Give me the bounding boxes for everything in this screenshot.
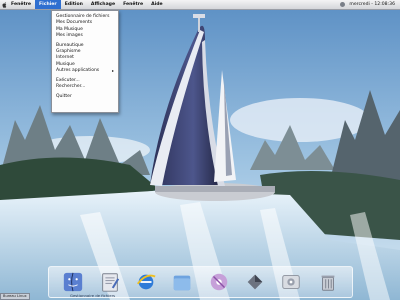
dropdown-menu-item[interactable]: Rechercher... — [52, 84, 118, 90]
internet-explorer-icon — [136, 274, 156, 290]
app-menu[interactable]: Fenêtre — [9, 0, 35, 9]
menu-aide[interactable]: Aide — [147, 0, 167, 9]
dropdown-menu-item-label: Mes images — [56, 32, 83, 38]
dropdown-menu-item-label: Bureautique — [56, 42, 84, 48]
fichier-dropdown-menu: Gestionnaire de fichiers Mes Documents Ma … — [51, 10, 119, 113]
submenu-arrow-icon: ▸ — [111, 67, 114, 73]
dropdown-menu-item-label: Exécuter... — [56, 77, 80, 83]
menubar-clock[interactable]: mercredi - 12:08:36 — [349, 0, 395, 9]
settings-icon — [282, 275, 301, 289]
menu-fenetre[interactable]: Fenêtre — [119, 0, 147, 9]
dropdown-menu-item-label: Ma Musique — [56, 26, 83, 32]
dock-trash[interactable] — [316, 270, 340, 294]
dock-folder[interactable] — [170, 270, 194, 294]
dropdown-menu-item-label: Graphisme — [56, 48, 81, 54]
dock-internet-explorer[interactable] — [134, 270, 158, 294]
system-tool-icon — [247, 274, 263, 290]
dock-finder[interactable] — [61, 270, 85, 294]
dock-system-tool[interactable] — [243, 270, 267, 294]
dock-editor[interactable] — [98, 270, 122, 294]
dropdown-menu-item[interactable]: Autres applications ▸ — [52, 68, 118, 74]
dropdown-menu-item[interactable]: Mes images — [52, 33, 118, 39]
dropdown-menu-item-label: Internet — [56, 55, 74, 61]
menu-affichage[interactable]: Affichage — [87, 0, 119, 9]
dropdown-menu-item-label: Musique — [56, 61, 75, 67]
finder-icon — [64, 272, 83, 292]
dock-media-player[interactable] — [207, 270, 231, 294]
menu-edition[interactable]: Edition — [61, 0, 87, 9]
editor-icon — [101, 273, 119, 292]
dropdown-menu-item-label: Autres applications — [56, 67, 100, 73]
menubar-status-area: mercredi - 12:08:36 — [340, 0, 400, 9]
media-player-icon — [210, 273, 227, 291]
dock-item-label: Gestionnaire de fichiers — [70, 293, 116, 298]
dropdown-menu-item-label: Quitter — [56, 93, 72, 99]
trash-icon — [321, 275, 335, 291]
dropdown-menu-item-label: Gestionnaire de fichiers — [56, 14, 110, 19]
menu-fichier[interactable]: Fichier — [35, 0, 61, 9]
dock-settings[interactable] — [279, 270, 303, 294]
minimized-window[interactable]: Bureau Linux — [0, 293, 30, 300]
volume-icon[interactable] — [340, 2, 346, 7]
dropdown-menu-item-label: Rechercher... — [56, 83, 86, 89]
menu-bar: Fenêtre Fichier Edition Affichage Fenêtr… — [0, 0, 400, 10]
apple-menu-icon[interactable] — [0, 0, 9, 9]
dropdown-menu-item-label: Mes Documents — [56, 20, 93, 26]
folder-icon — [174, 275, 191, 291]
dropdown-menu-item[interactable]: Quitter — [52, 94, 118, 100]
